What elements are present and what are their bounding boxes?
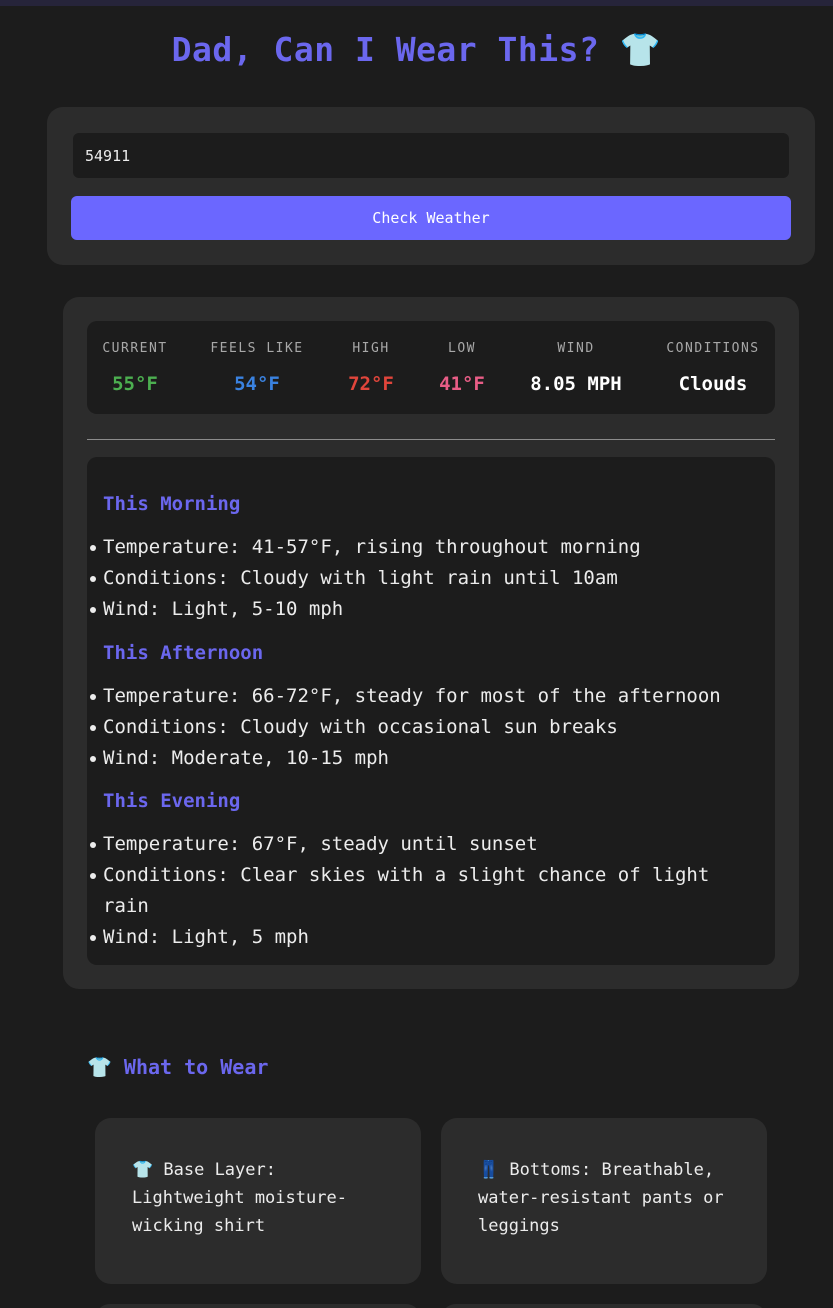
wear-card [95,1304,421,1308]
forecast-evening: This Evening Temperature: 67°F, steady u… [90,789,763,953]
forecast-afternoon: This Afternoon Temperature: 66-72°F, ste… [90,641,763,774]
wear-card-text: 👕 Base Layer: Lightweight moisture-wicki… [132,1160,347,1236]
list-item: Wind: Light, 5 mph [90,922,763,953]
forecast-panel: This Morning Temperature: 41-57°F, risin… [87,457,775,965]
weather-card: CURRENT 55°F FEELS LIKE 54°F HIGH 72°F L… [63,297,799,989]
search-card: Check Weather [47,107,815,265]
stat-value: 55°F [112,373,158,395]
stat-value: 41°F [439,373,485,395]
stat-value: 8.05 MPH [530,373,622,395]
stat-label: CONDITIONS [666,341,760,356]
top-bar [0,0,833,6]
wear-card-base-layer: 👕 Base Layer: Lightweight moisture-wicki… [95,1118,421,1284]
stat-value: 54°F [234,373,280,395]
list-item: Wind: Moderate, 10-15 mph [90,743,763,774]
divider [87,439,775,440]
check-weather-button[interactable]: Check Weather [71,196,791,240]
list-item: Wind: Light, 5-10 mph [90,594,763,625]
list-item: Conditions: Clear skies with a slight ch… [90,860,763,922]
period-list: Temperature: 66-72°F, steady for most of… [90,681,763,774]
wear-card [441,1304,767,1308]
zip-code-input[interactable] [73,133,789,178]
wear-card-text: 👖 Bottoms: Breathable, water-resistant p… [478,1160,724,1236]
list-item: Temperature: 67°F, steady until sunset [90,829,763,860]
stat-label: CURRENT [102,341,168,356]
forecast-morning: This Morning Temperature: 41-57°F, risin… [90,492,763,625]
period-list: Temperature: 41-57°F, rising throughout … [90,532,763,625]
stat-label: WIND [557,341,595,356]
wear-card-bottoms: 👖 Bottoms: Breathable, water-resistant p… [441,1118,767,1284]
period-title: This Evening [103,790,241,812]
what-to-wear-heading: 👕 What to Wear [87,1055,268,1079]
wear-heading-label: What to Wear [123,1055,269,1079]
page-title: Dad, Can I Wear This? 👕 [171,30,662,69]
list-item: Conditions: Cloudy with occasional sun b… [90,712,763,743]
stat-label: LOW [448,341,476,356]
stat-label: FEELS LIKE [210,341,304,356]
stat-value: Clouds [678,373,748,395]
list-item: Conditions: Cloudy with light rain until… [90,563,763,594]
list-item: Temperature: 41-57°F, rising throughout … [90,532,763,563]
shirt-icon: 👕 [87,1055,112,1079]
weather-stats: CURRENT 55°F FEELS LIKE 54°F HIGH 72°F L… [87,321,775,414]
period-title: This Morning [103,493,241,515]
period-list: Temperature: 67°F, steady until sunset C… [90,829,763,953]
list-item: Temperature: 66-72°F, steady for most of… [90,681,763,712]
period-title: This Afternoon [103,642,264,664]
